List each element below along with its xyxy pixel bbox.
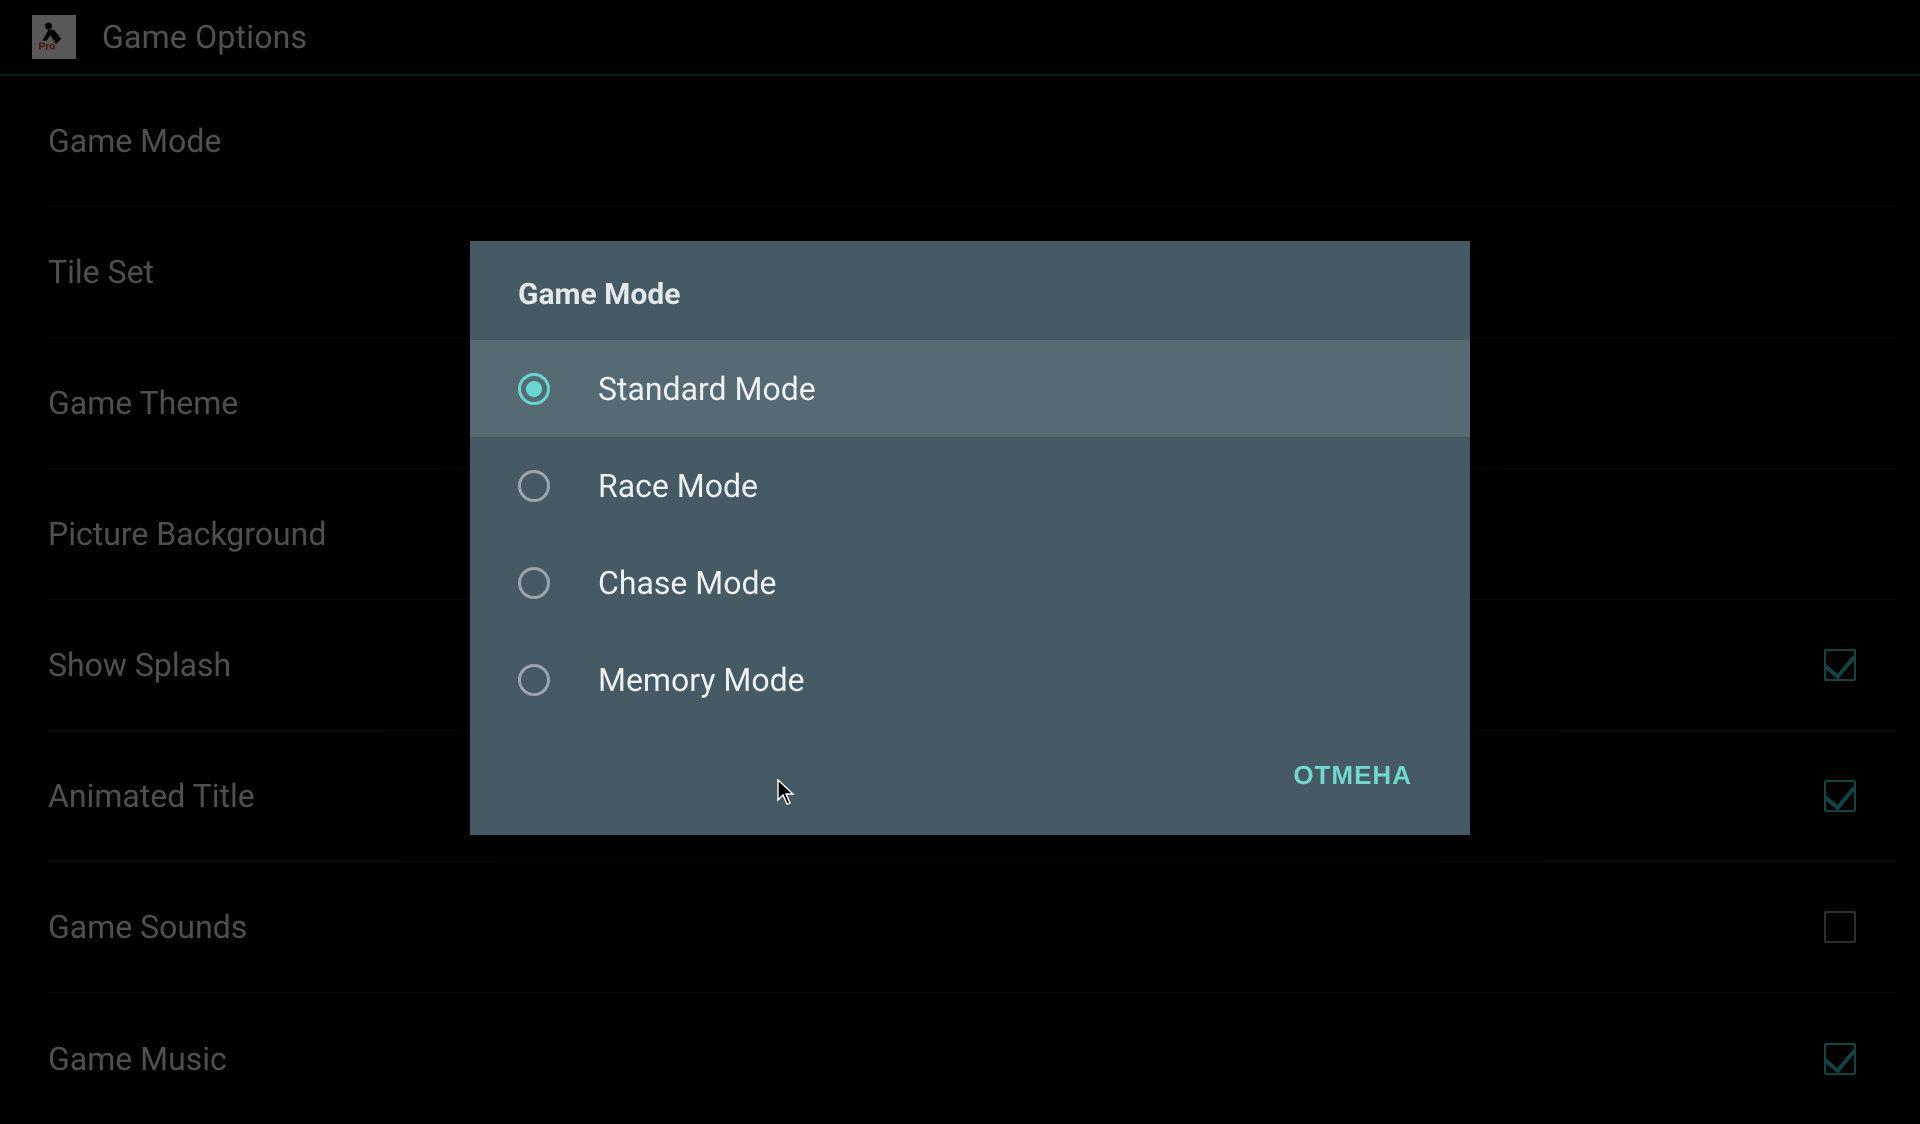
radio-label: Race Mode: [598, 467, 758, 505]
radio-row-standard-mode[interactable]: Standard Mode: [470, 340, 1470, 437]
radio-icon: [518, 664, 550, 696]
cancel-button[interactable]: ОТМЕНА: [1283, 746, 1422, 805]
radio-label: Chase Mode: [598, 564, 776, 602]
dialog-actions: ОТМЕНА: [470, 728, 1470, 835]
radio-icon: [518, 567, 550, 599]
radio-row-memory-mode[interactable]: Memory Mode: [470, 631, 1470, 728]
radio-label: Memory Mode: [598, 661, 805, 699]
game-mode-dialog: Game Mode Standard Mode Race Mode Chase …: [470, 241, 1470, 835]
radio-row-chase-mode[interactable]: Chase Mode: [470, 534, 1470, 631]
radio-list: Standard Mode Race Mode Chase Mode Memor…: [470, 340, 1470, 728]
radio-row-race-mode[interactable]: Race Mode: [470, 437, 1470, 534]
dialog-title: Game Mode: [470, 241, 1470, 340]
radio-label: Standard Mode: [598, 370, 816, 408]
radio-icon: [518, 470, 550, 502]
radio-icon: [518, 373, 550, 405]
